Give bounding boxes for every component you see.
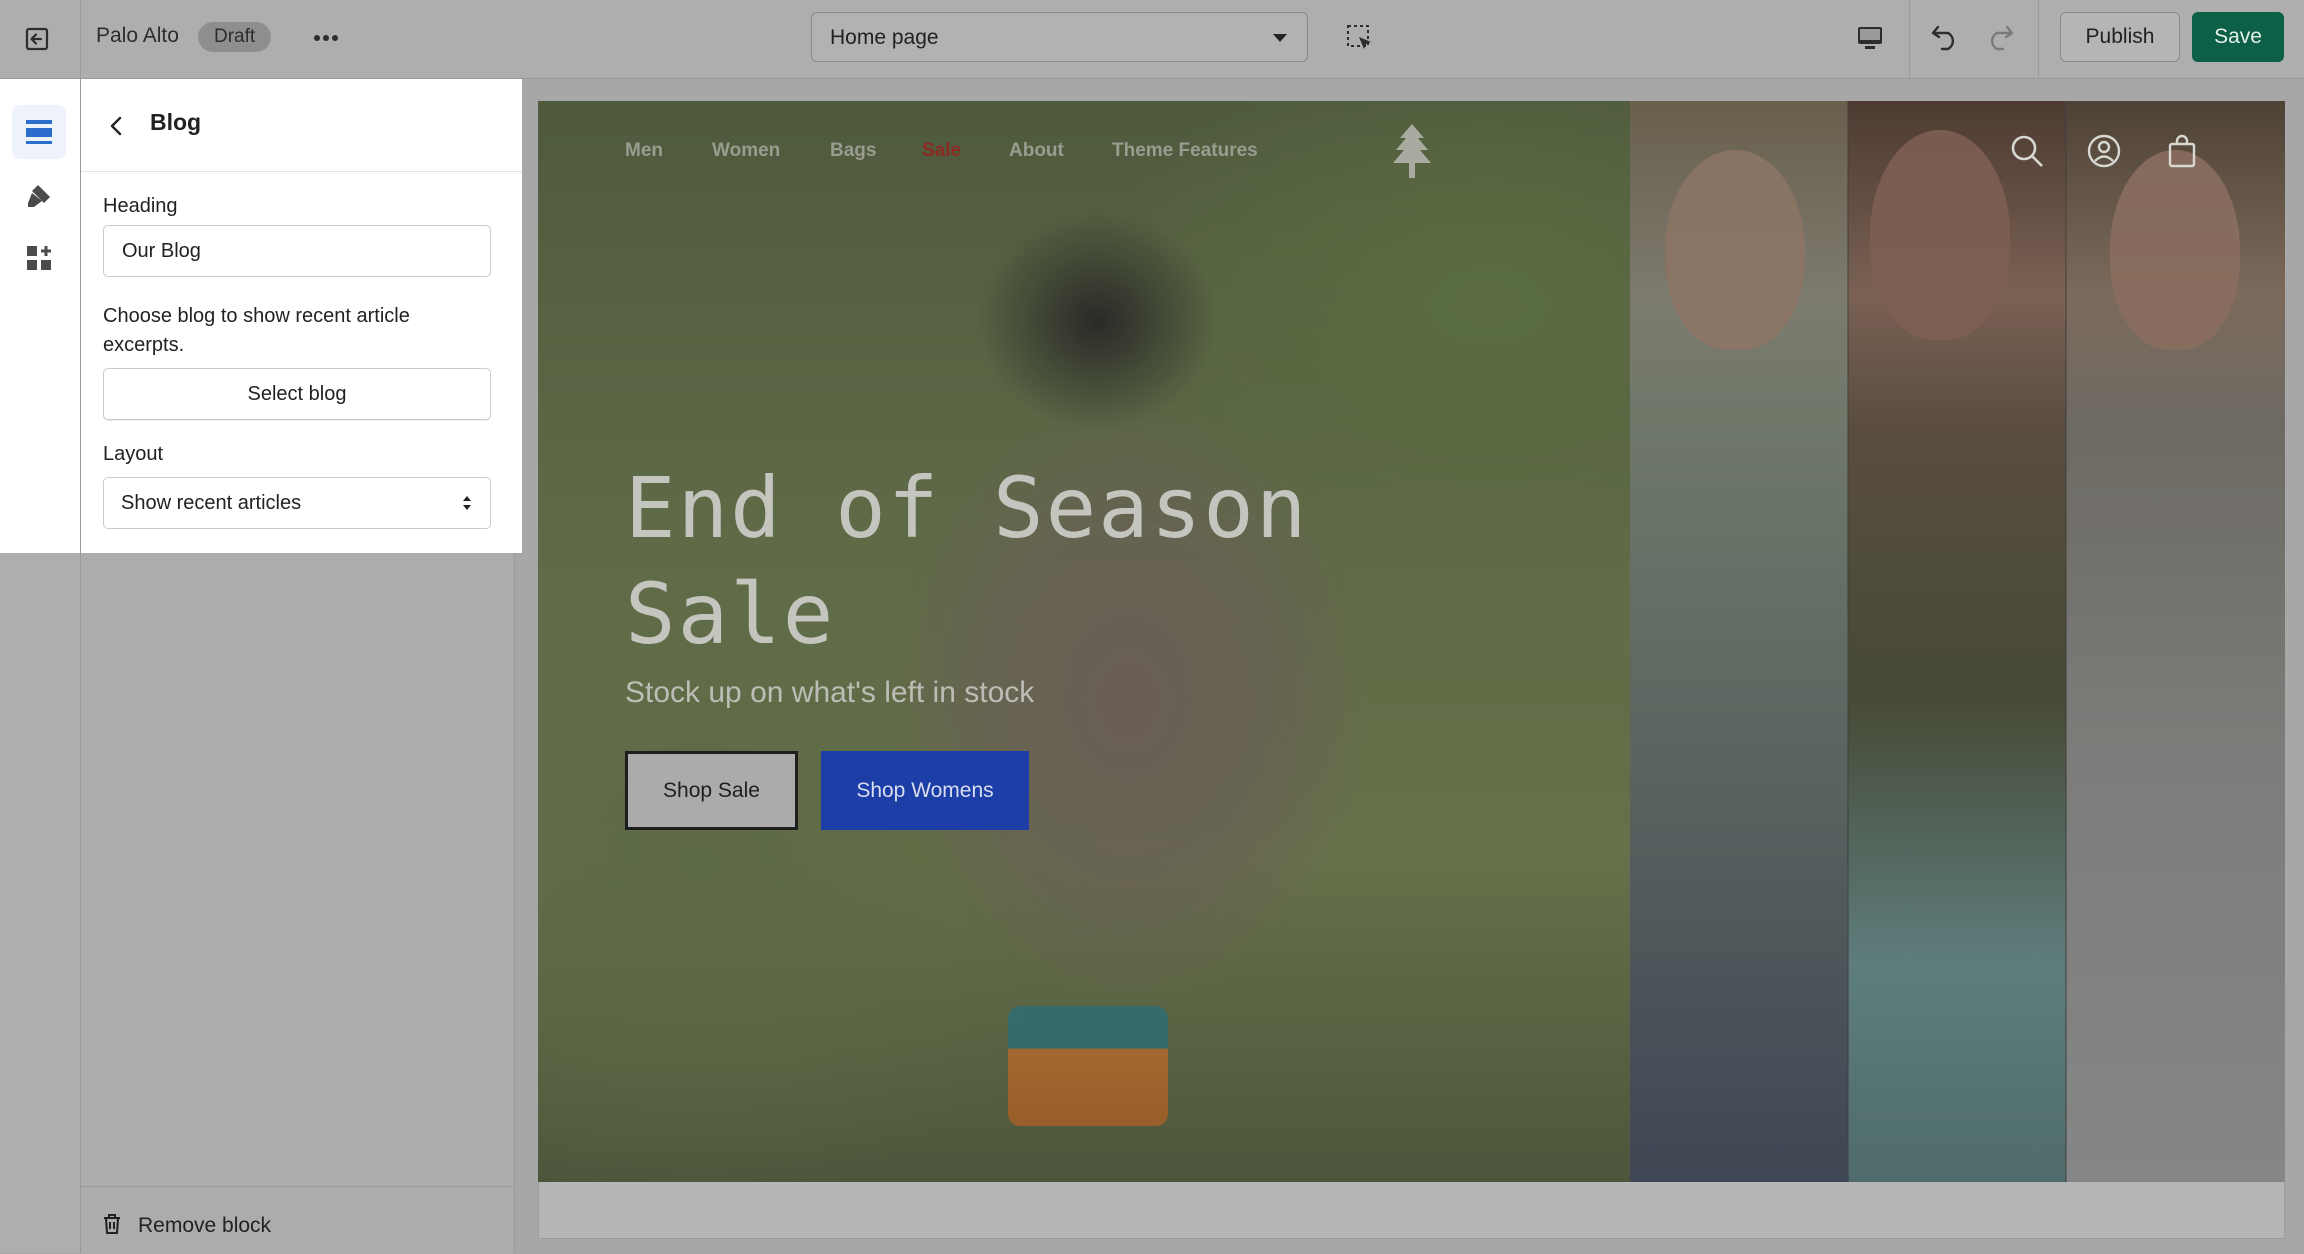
search-icon[interactable] [2009,133,2045,169]
page-selector[interactable]: Home page [811,12,1308,62]
store-name: Palo Alto [96,24,179,47]
page-selector-value: Home page [830,26,939,49]
model-face-2 [1870,130,2010,340]
editor-topbar: Palo Alto Draft Home page Publish Save [0,0,2304,79]
inspector-select-icon[interactable] [1342,20,1378,56]
panel-header: Blog [81,79,522,172]
more-actions-icon[interactable] [306,22,346,54]
undo-icon[interactable] [1928,18,1964,54]
select-arrows-icon [462,495,472,511]
select-blog-button[interactable]: Select blog [103,368,491,420]
save-button[interactable]: Save [2192,12,2284,62]
desktop-preview-icon[interactable] [1852,20,1888,56]
model-face-1 [1665,150,1805,350]
topbar-divider [1909,0,1910,78]
nav-sale[interactable]: Sale [922,140,961,162]
blog-help-text: Choose blog to show recent article excer… [103,305,410,356]
nav-bags[interactable]: Bags [830,140,876,162]
app-embeds-icon[interactable] [12,231,66,285]
hero-title: End of Season Sale [625,459,1309,663]
trash-icon [101,1213,123,1235]
account-icon[interactable] [2086,133,2122,169]
heading-label: Heading [103,195,178,217]
cart-icon[interactable] [2164,133,2200,169]
status-badge: Draft [198,22,272,52]
nav-theme-features[interactable]: Theme Features [1112,140,1258,162]
sections-icon[interactable] [12,105,66,159]
back-arrow-icon[interactable] [101,111,131,141]
chevron-down-icon [1273,34,1287,42]
redo-icon[interactable] [1981,18,2017,54]
shop-sale-button[interactable]: Shop Sale [625,751,798,830]
panel-title: Blog [150,109,202,135]
photo-divider [2065,101,2067,1182]
bike-bag-graphic [1008,1006,1168,1126]
model-face-3 [2110,150,2240,350]
theme-settings-icon[interactable] [12,169,66,223]
shop-womens-button[interactable]: Shop Womens [821,751,1029,830]
left-rail-active-area [0,79,80,553]
hero-subtitle: Stock up on what's left in stock [625,676,1035,709]
topbar-divider [2038,0,2039,78]
topbar-divider [80,0,81,78]
tree-logo-icon[interactable] [1389,122,1435,180]
publish-button[interactable]: Publish [2060,12,2180,62]
layout-select-value: Show recent articles [121,492,302,514]
photo-divider [1847,101,1849,1182]
remove-block-button[interactable]: Remove block [81,1186,514,1254]
nav-men[interactable]: Men [625,140,663,162]
heading-input[interactable]: Our Blog [103,225,491,277]
remove-block-label: Remove block [138,1214,272,1237]
nav-women[interactable]: Women [712,140,780,162]
layout-label: Layout [103,443,164,465]
nav-about[interactable]: About [1009,140,1064,162]
block-settings-panel: Blog Heading Our Blog Choose blog to sho… [81,79,522,553]
exit-icon[interactable] [18,21,58,57]
layout-select[interactable]: Show recent articles [103,477,491,529]
